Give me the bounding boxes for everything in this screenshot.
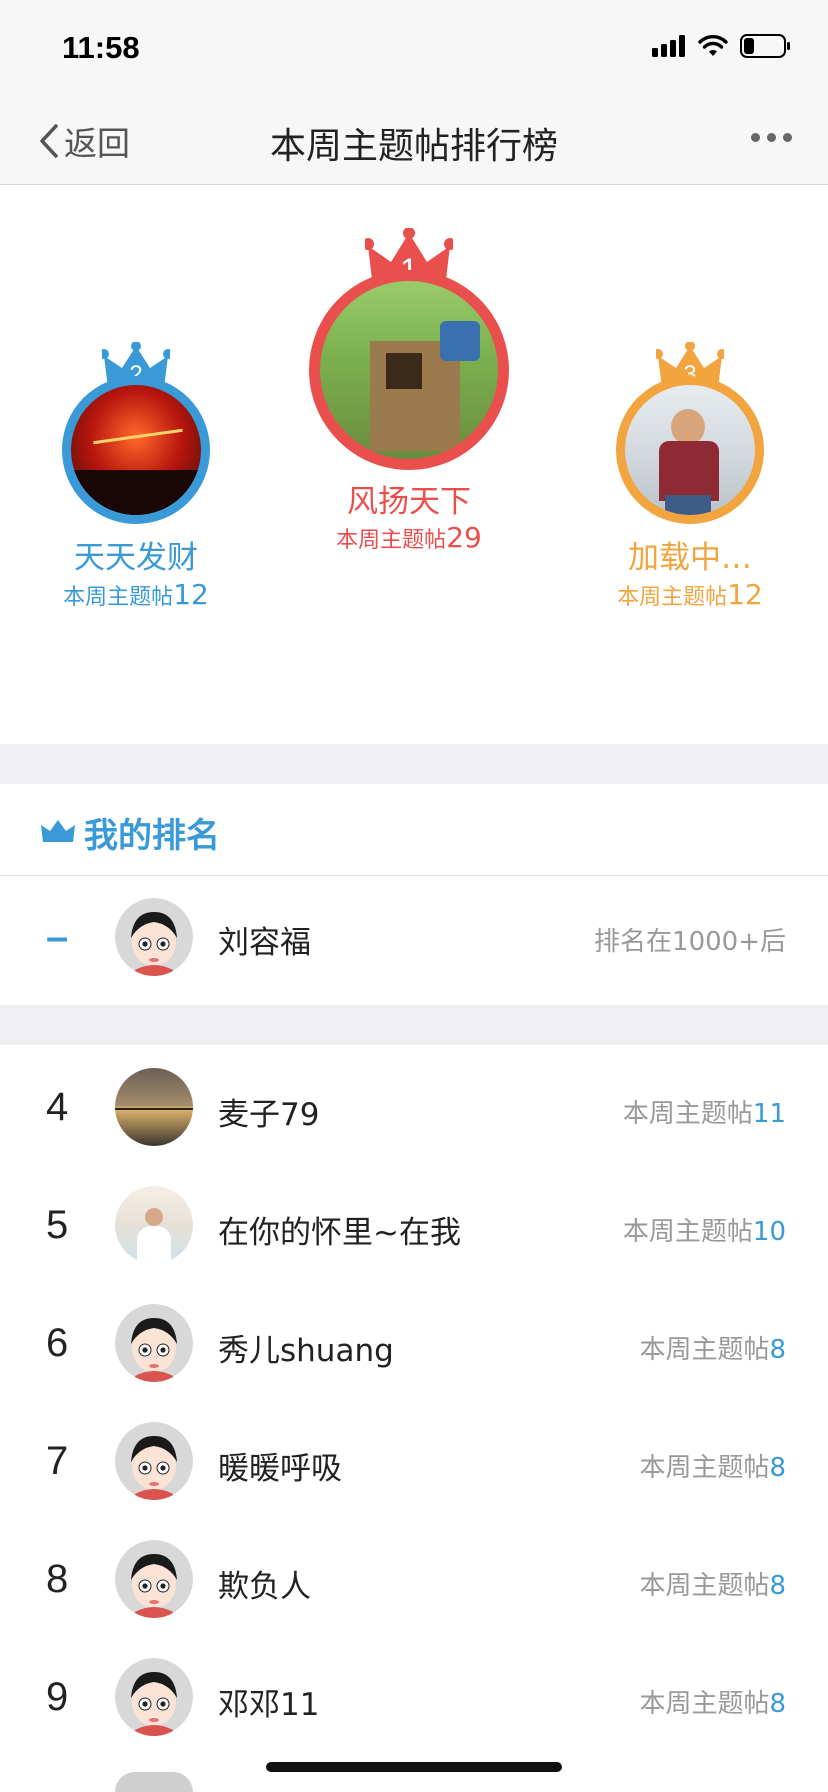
podium: 2 天天发财 本周主题帖12 1 风扬天下 本周主题帖29 <box>0 186 828 744</box>
post-count: 本周主题帖10 <box>622 1217 786 1247</box>
rank-number: 4 <box>46 1085 69 1129</box>
status-icons <box>652 34 792 58</box>
post-count: 本周主题帖11 <box>622 1099 786 1129</box>
avatar[interactable] <box>62 376 210 524</box>
crown-icon <box>41 820 75 842</box>
user-name: 邓邓11 <box>218 1687 320 1723</box>
user-name: 麦子79 <box>218 1097 320 1133</box>
avatar[interactable] <box>115 1304 193 1382</box>
podium-count: 本周主题帖12 <box>617 578 763 611</box>
avatar[interactable] <box>616 376 764 524</box>
avatar[interactable] <box>115 1068 193 1146</box>
rank-status: 排名在1000+后 <box>594 927 786 957</box>
post-count: 本周主题帖8 <box>639 1453 786 1483</box>
section-divider <box>0 744 828 784</box>
avatar[interactable] <box>115 898 193 976</box>
post-count: 本周主题帖8 <box>639 1689 786 1719</box>
default-avatar-icon <box>115 1540 193 1618</box>
rank-number: 7 <box>46 1439 69 1483</box>
list-item[interactable]: 4 麦子79 本周主题帖11 <box>0 1049 828 1167</box>
list-item[interactable]: 7 暖暖呼吸 本周主题帖8 <box>0 1403 828 1521</box>
page-title: 本周主题帖排行榜 <box>269 126 558 167</box>
default-avatar-icon <box>115 1422 193 1500</box>
rank-number: 6 <box>46 1321 69 1365</box>
avatar[interactable] <box>115 1658 193 1736</box>
post-count: 本周主题帖8 <box>639 1571 786 1601</box>
nav-bar: 返回 本周主题帖排行榜 <box>0 95 828 185</box>
more-dot-icon <box>751 133 760 142</box>
wifi-icon <box>698 35 728 56</box>
podium-count: 本周主题帖12 <box>63 578 209 611</box>
status-time: 11:58 <box>62 30 140 65</box>
rank-number: 5 <box>46 1203 69 1247</box>
battery-icon <box>740 34 790 58</box>
more-dot-icon <box>767 133 776 142</box>
podium-third[interactable]: 3 加载中… 本周主题帖12 <box>616 342 764 616</box>
user-name: 刘容福 <box>218 925 311 961</box>
list-item[interactable]: 9 邓邓11 本周主题帖8 <box>0 1639 828 1757</box>
list-item[interactable]: 5 在你的怀里~在我 本周主题帖10 <box>0 1167 828 1285</box>
podium-count: 本周主题帖29 <box>336 521 482 554</box>
cellular-signal-icon <box>652 35 685 57</box>
rank-number: 9 <box>46 1675 69 1719</box>
list-item[interactable]: 6 秀儿shuang 本周主题帖8 <box>0 1285 828 1403</box>
podium-name: 风扬天下 <box>347 484 471 520</box>
more-button[interactable] <box>751 133 792 142</box>
default-avatar-icon <box>115 1658 193 1736</box>
rank-number: – <box>46 915 69 959</box>
avatar[interactable] <box>115 1186 193 1264</box>
user-name: 欺负人 <box>218 1569 311 1605</box>
status-bar: 11:58 <box>0 0 828 95</box>
default-avatar-icon <box>115 898 193 976</box>
avatar[interactable] <box>309 270 509 470</box>
podium-name: 天天发财 <box>74 540 198 576</box>
rank-number: 8 <box>46 1557 69 1601</box>
podium-second[interactable]: 2 天天发财 本周主题帖12 <box>62 342 210 616</box>
user-name: 在你的怀里~在我 <box>218 1215 461 1251</box>
section-title: 我的排名 <box>84 816 220 856</box>
my-rank-header: 我的排名 <box>0 784 828 876</box>
avatar[interactable] <box>115 1772 193 1792</box>
my-rank-row[interactable]: – 刘容福 排名在1000+后 <box>0 877 828 1005</box>
podium-first[interactable]: 1 风扬天下 本周主题帖29 <box>309 228 509 582</box>
podium-name: 加载中… <box>628 540 752 576</box>
user-name: 暖暖呼吸 <box>218 1451 342 1487</box>
default-avatar-icon <box>115 1304 193 1382</box>
avatar[interactable] <box>115 1422 193 1500</box>
more-dot-icon <box>783 133 792 142</box>
user-name: 秀儿shuang <box>218 1333 394 1369</box>
section-divider <box>0 1005 828 1045</box>
list-item[interactable]: 8 欺负人 本周主题帖8 <box>0 1521 828 1639</box>
avatar[interactable] <box>115 1540 193 1618</box>
post-count: 本周主题帖8 <box>639 1335 786 1365</box>
home-indicator[interactable] <box>266 1762 562 1772</box>
